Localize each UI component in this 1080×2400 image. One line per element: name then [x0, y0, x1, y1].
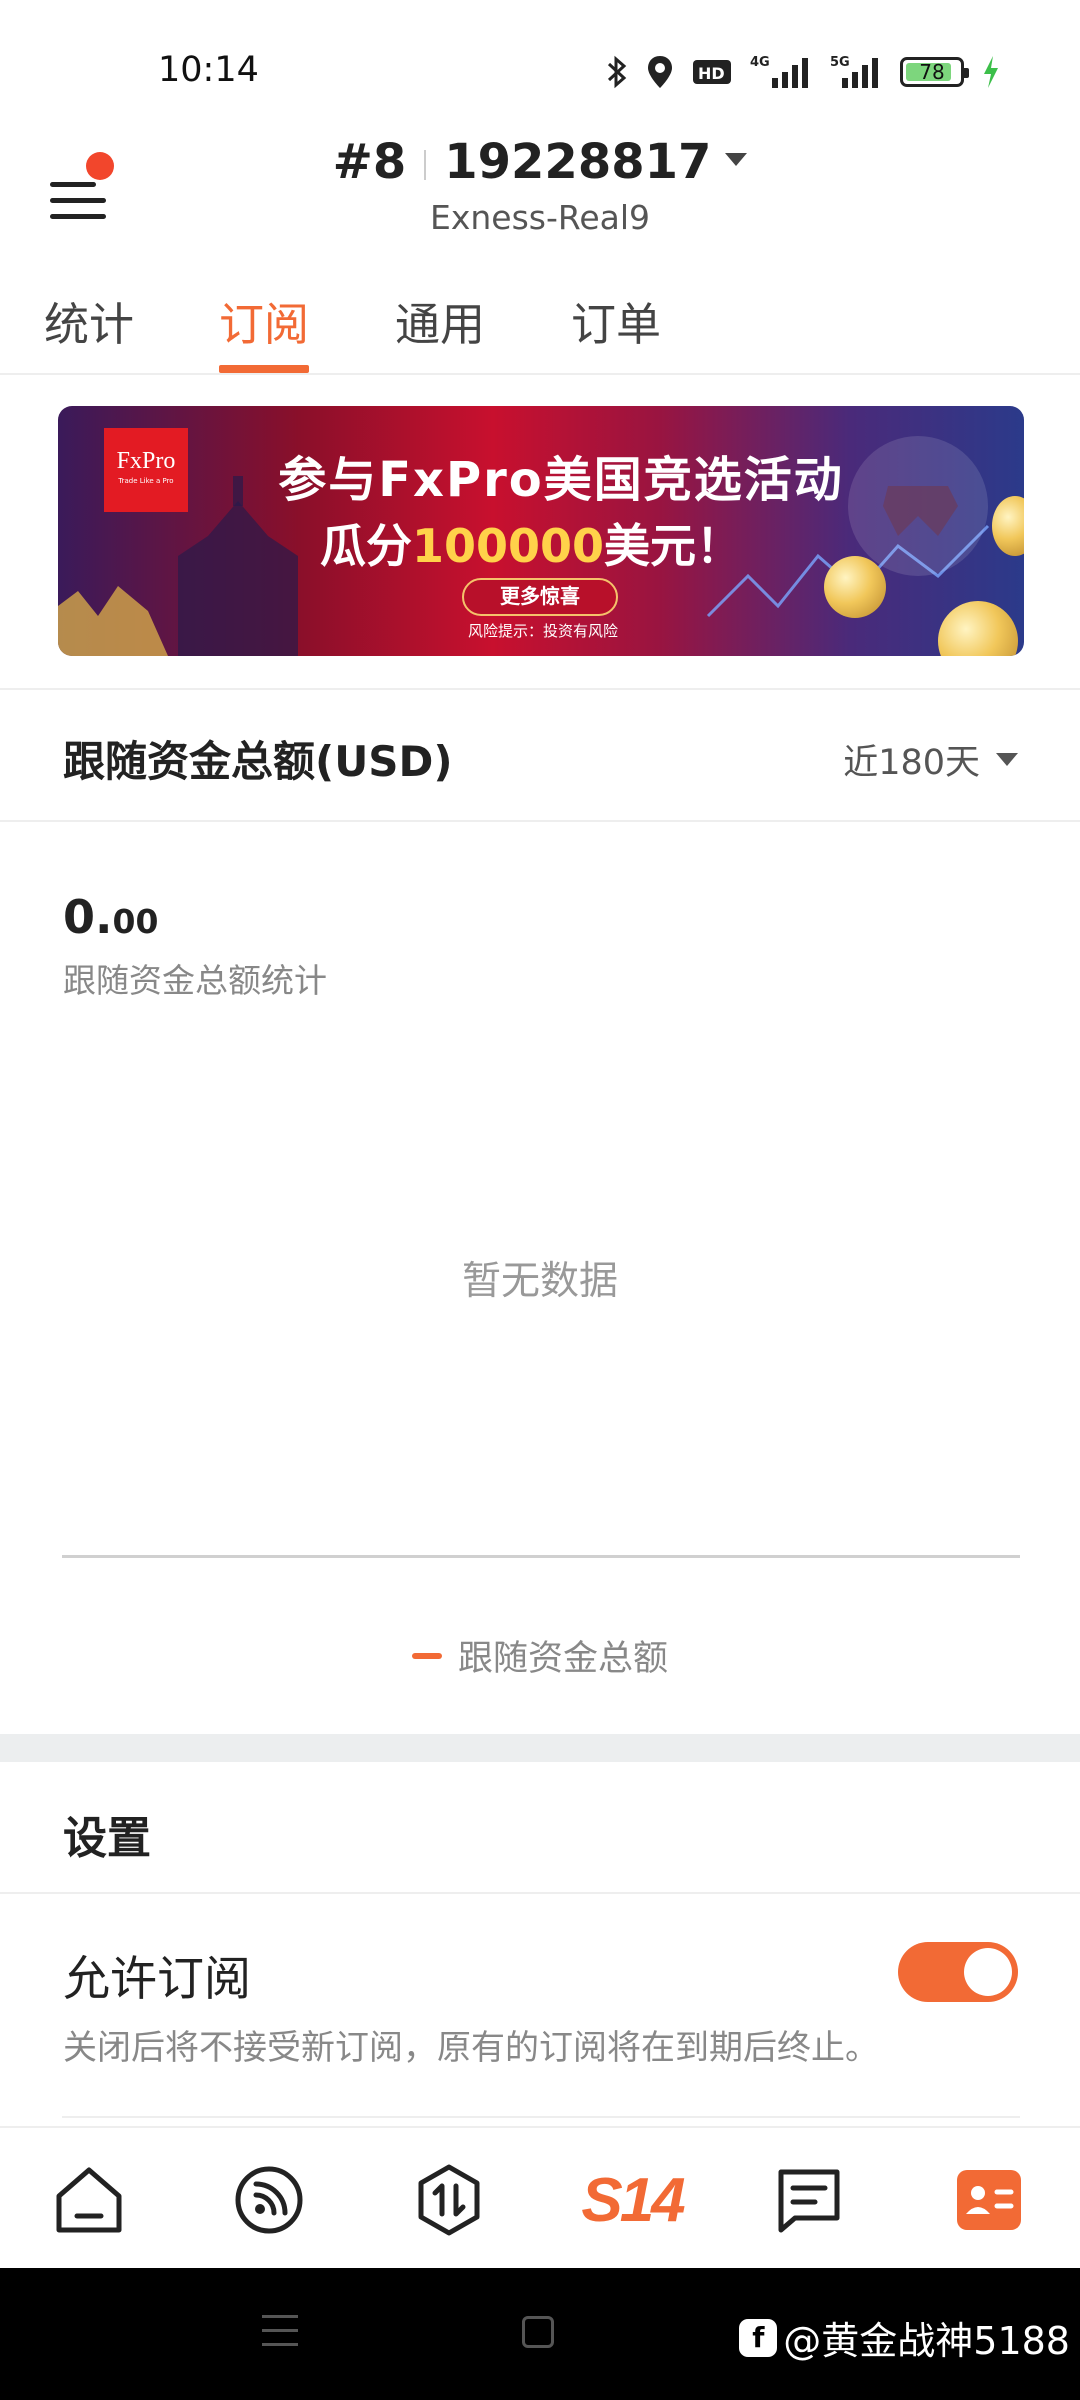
profile-card-icon [957, 2170, 1021, 2230]
coin-icon [824, 556, 886, 618]
nav-messages[interactable] [764, 2158, 854, 2242]
funds-card: 跟随资金总额(USD) 近180天 0.00 跟随资金总额统计 暂无数据 跟随资… [0, 688, 1080, 1734]
divider [62, 2116, 1020, 2118]
status-icons: HD 4G 5G 78 [606, 50, 1000, 94]
banner-headline: 参与FxPro美国竞选活动 [278, 452, 844, 508]
funds-title: 跟随资金总额(USD) [63, 737, 453, 786]
chevron-down-icon [996, 753, 1018, 766]
tab-statistics[interactable]: 统计 [44, 288, 134, 353]
allow-subscribe-desc: 关闭后将不接受新订阅，原有的订阅将在到期后终止。 [63, 2028, 879, 2068]
legend-label: 跟随资金总额 [457, 1639, 668, 1679]
svg-text:HD: HD [698, 64, 725, 83]
nav-trade[interactable] [404, 2158, 494, 2242]
system-navigation-bar: f @黄金战神5188 [0, 2268, 1080, 2400]
account-id: 19228817 [444, 134, 712, 190]
battery-icon: 78 [900, 57, 969, 87]
bluetooth-icon [606, 55, 628, 89]
battery-level: 78 [919, 60, 945, 84]
allow-subscribe-label: 允许订阅 [63, 1952, 251, 2007]
range-label: 近180天 [843, 743, 980, 783]
settings-title: 设置 [63, 1813, 151, 1864]
bottom-nav: S14 [0, 2126, 1080, 2268]
status-bar: 10:14 HD 4G 5G 78 [0, 0, 1080, 130]
tab-bar: 统计 订阅 通用 订单 [0, 280, 1080, 375]
promo-banner[interactable]: FxPro Trade Like a Pro 参与FxPro美国竞选活动 瓜分1… [58, 406, 1024, 656]
account-selector[interactable]: #8 19228817 [0, 134, 1080, 190]
svg-text:5G: 5G [830, 55, 850, 70]
charging-icon [982, 55, 1000, 89]
status-time: 10:14 [158, 50, 259, 90]
hd-icon: HD [692, 57, 732, 87]
watermark-logo-icon: f [739, 2318, 778, 2357]
5g-signal-icon: 5G [830, 54, 882, 90]
risk-warning: 风险提示：投资有风险 [467, 622, 618, 640]
svg-text:4G: 4G [750, 55, 770, 70]
account-number: #8 [332, 134, 407, 190]
home-icon [56, 2167, 122, 2233]
divider [424, 150, 427, 180]
chevron-down-icon [725, 152, 748, 166]
tab-subscription[interactable]: 订阅 [219, 288, 309, 353]
chart-legend: 跟随资金总额 [0, 1630, 1080, 1681]
watermark: f @黄金战神5188 [739, 2310, 1070, 2365]
trade-icon [418, 2164, 480, 2236]
location-icon [646, 54, 674, 90]
menu-icon-line [262, 2343, 298, 2346]
menu-icon-line [262, 2329, 298, 2332]
chart-x-axis [62, 1555, 1020, 1558]
nav-home[interactable] [44, 2158, 134, 2242]
value-decimal: 00 [112, 902, 159, 941]
funds-total-value: 0.00 [63, 890, 158, 944]
home-button[interactable] [522, 2316, 554, 2348]
nav-profile[interactable] [944, 2158, 1034, 2242]
signal-icon [235, 2166, 303, 2234]
empty-state-text: 暂无数据 [461, 1259, 618, 1304]
recent-apps-button[interactable] [262, 2315, 298, 2351]
active-tab-indicator [219, 365, 309, 373]
range-selector[interactable]: 近180天 [843, 734, 1018, 785]
section-separator [0, 1734, 1080, 1762]
more-surprises-button[interactable]: 更多惊喜 [462, 578, 618, 616]
watermark-text: @黄金战神5188 [783, 2319, 1070, 2363]
funds-card-header: 跟随资金总额(USD) 近180天 [0, 690, 1080, 822]
funds-total-desc: 跟随资金总额统计 [63, 961, 327, 1000]
toggle-knob [964, 1948, 1012, 1996]
4g-signal-icon: 4G [750, 54, 812, 90]
banner-amount: 100000 [411, 519, 605, 573]
message-icon [778, 2169, 840, 2233]
s14-label: S14 [581, 2165, 685, 2235]
banner-prefix: 瓜分 [319, 519, 412, 573]
tab-general[interactable]: 通用 [395, 288, 485, 353]
allow-subscribe-row: 允许订阅 关闭后将不接受新订阅，原有的订阅将在到期后终止。 [0, 1896, 1080, 2120]
allow-subscribe-toggle[interactable] [898, 1942, 1018, 2002]
value-integer: 0. [63, 890, 113, 944]
account-header: #8 19228817 Exness-Real9 [0, 130, 1080, 250]
settings-header: 设置 [0, 1762, 1080, 1894]
banner-subheadline: 瓜分100000美元！ [58, 510, 1024, 576]
nav-s14[interactable]: S14 [581, 2158, 685, 2242]
account-server: Exness-Real9 [429, 198, 651, 237]
menu-icon-line [262, 2315, 298, 2318]
nav-signals[interactable] [224, 2158, 314, 2242]
banner-suffix: 美元！ [604, 519, 743, 573]
tab-orders[interactable]: 订单 [571, 288, 661, 353]
legend-swatch [411, 1652, 442, 1659]
